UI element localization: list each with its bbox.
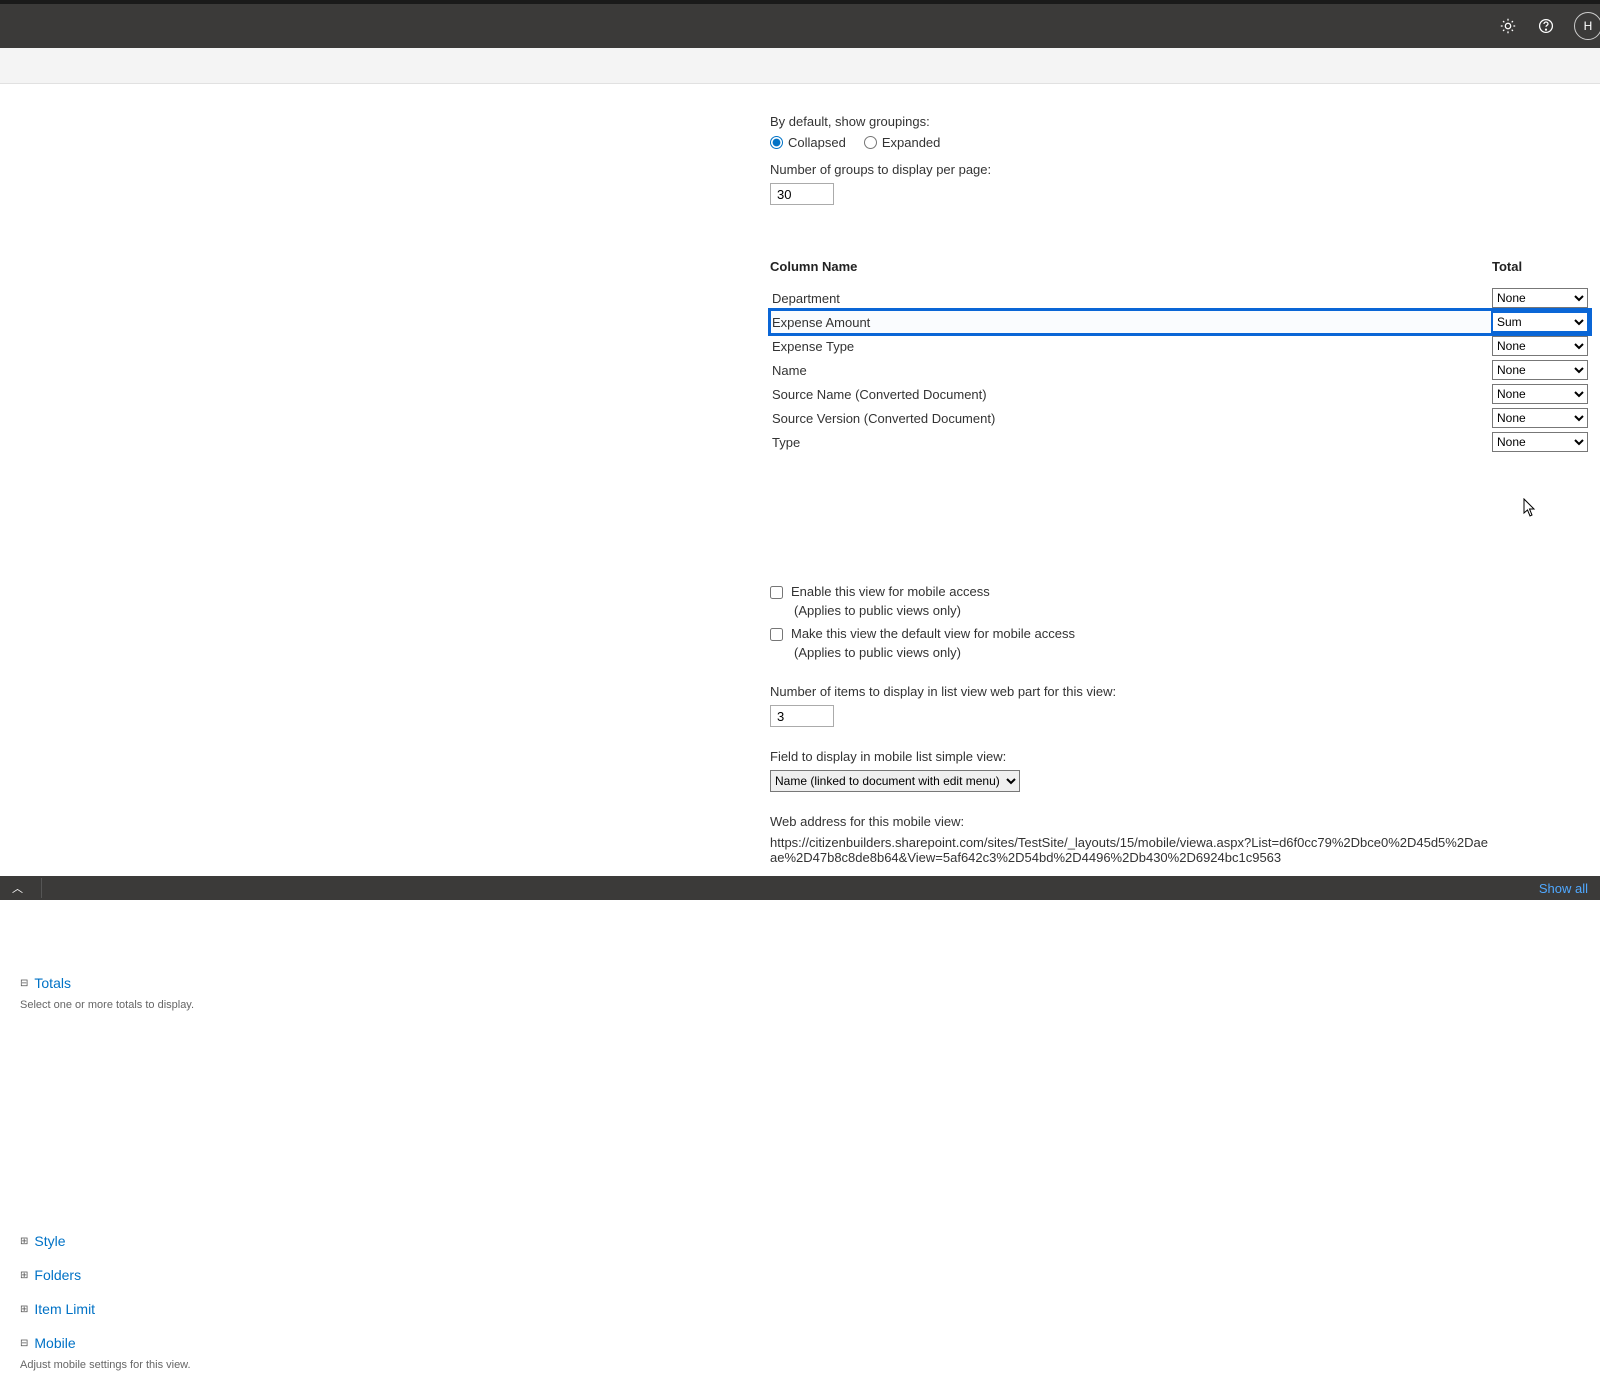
gear-icon[interactable]	[1498, 16, 1518, 36]
radio-collapsed-label: Collapsed	[788, 135, 846, 150]
total-select-expense-type[interactable]: None	[1492, 336, 1588, 356]
section-mobile-title: Mobile	[34, 1335, 75, 1351]
section-totals[interactable]: ⊟ Totals	[20, 975, 340, 991]
mobile-field-label: Field to display in mobile list simple v…	[770, 749, 1590, 764]
row-label-source-name: Source Name (Converted Document)	[770, 387, 1492, 402]
groupings-label: By default, show groupings:	[770, 114, 1590, 129]
section-totals-title: Totals	[34, 975, 71, 991]
section-item-limit[interactable]: ⊞ Item Limit	[20, 1301, 340, 1317]
mobile-url-value: https://citizenbuilders.sharepoint.com/s…	[770, 835, 1490, 865]
groups-per-page-input[interactable]	[770, 183, 834, 205]
collapse-icon: ⊟	[20, 1338, 28, 1349]
enable-mobile-label: Enable this view for mobile access	[791, 584, 990, 599]
section-style[interactable]: ⊞ Style	[20, 1233, 340, 1249]
avatar[interactable]: H	[1574, 12, 1600, 40]
table-row: Expense Type None	[770, 334, 1590, 358]
table-row: Department None	[770, 286, 1590, 310]
applies-note-1: (Applies to public views only)	[794, 603, 1590, 618]
mobile-url-label: Web address for this mobile view:	[770, 814, 1590, 829]
row-label-department: Department	[770, 291, 1492, 306]
enable-mobile-checkbox[interactable]	[770, 586, 783, 599]
section-mobile-desc: Adjust mobile settings for this view.	[20, 1359, 340, 1371]
table-row: Type None	[770, 430, 1590, 454]
radio-collapsed[interactable]: Collapsed	[770, 135, 846, 150]
default-mobile-checkbox[interactable]	[770, 628, 783, 641]
chevron-up-icon[interactable]: ︿	[12, 880, 23, 896]
radio-collapsed-input[interactable]	[770, 136, 783, 149]
section-style-title: Style	[34, 1233, 65, 1249]
table-row: Source Version (Converted Document) None	[770, 406, 1590, 430]
expand-icon: ⊞	[20, 1236, 28, 1247]
section-mobile[interactable]: ⊟ Mobile	[20, 1335, 340, 1351]
app-header: H	[0, 4, 1600, 48]
total-select-source-version[interactable]: None	[1492, 408, 1588, 428]
total-select-source-name[interactable]: None	[1492, 384, 1588, 404]
totals-header-total: Total	[1492, 259, 1590, 274]
help-icon[interactable]	[1536, 16, 1556, 36]
total-select-name[interactable]: None	[1492, 360, 1588, 380]
avatar-initial: H	[1584, 19, 1593, 33]
section-folders-title: Folders	[34, 1267, 81, 1283]
groupings-block: By default, show groupings: Collapsed Ex…	[770, 114, 1590, 205]
table-row: Name None	[770, 358, 1590, 382]
mobile-items-label: Number of items to display in list view …	[770, 684, 1590, 699]
row-label-expense-amount: Expense Amount	[770, 315, 1492, 330]
expand-icon: ⊞	[20, 1270, 28, 1281]
radio-expanded-input[interactable]	[864, 136, 877, 149]
row-label-expense-type: Expense Type	[770, 339, 1492, 354]
section-item-limit-title: Item Limit	[34, 1301, 95, 1317]
totals-header-column: Column Name	[770, 259, 1492, 274]
groups-per-page-label: Number of groups to display per page:	[770, 162, 1590, 177]
table-row: Source Name (Converted Document) None	[770, 382, 1590, 406]
radio-expanded[interactable]: Expanded	[864, 135, 941, 150]
applies-note-2: (Applies to public views only)	[794, 645, 1590, 660]
row-label-type: Type	[770, 435, 1492, 450]
section-folders[interactable]: ⊞ Folders	[20, 1267, 340, 1283]
collapse-icon: ⊟	[20, 978, 28, 989]
total-select-department[interactable]: None	[1492, 288, 1588, 308]
mobile-field-select[interactable]: Name (linked to document with edit menu)	[770, 770, 1020, 792]
totals-table: Column Name Total Department None Expens…	[770, 259, 1590, 454]
table-row-highlighted: Expense Amount Sum	[770, 310, 1590, 334]
show-all-link[interactable]: Show all	[1539, 881, 1588, 896]
section-totals-desc: Select one or more totals to display.	[20, 999, 340, 1011]
radio-expanded-label: Expanded	[882, 135, 941, 150]
row-label-source-version: Source Version (Converted Document)	[770, 411, 1492, 426]
expand-icon: ⊞	[20, 1304, 28, 1315]
divider	[41, 878, 42, 898]
total-select-type[interactable]: None	[1492, 432, 1588, 452]
mobile-items-input[interactable]	[770, 705, 834, 727]
bottom-bar: ︿ Show all	[0, 876, 1600, 900]
row-label-name: Name	[770, 363, 1492, 378]
total-select-expense-amount[interactable]: Sum	[1492, 312, 1588, 332]
default-mobile-label: Make this view the default view for mobi…	[791, 626, 1075, 641]
ribbon-bar	[0, 48, 1600, 84]
mobile-block: Enable this view for mobile access (Appl…	[770, 584, 1590, 865]
